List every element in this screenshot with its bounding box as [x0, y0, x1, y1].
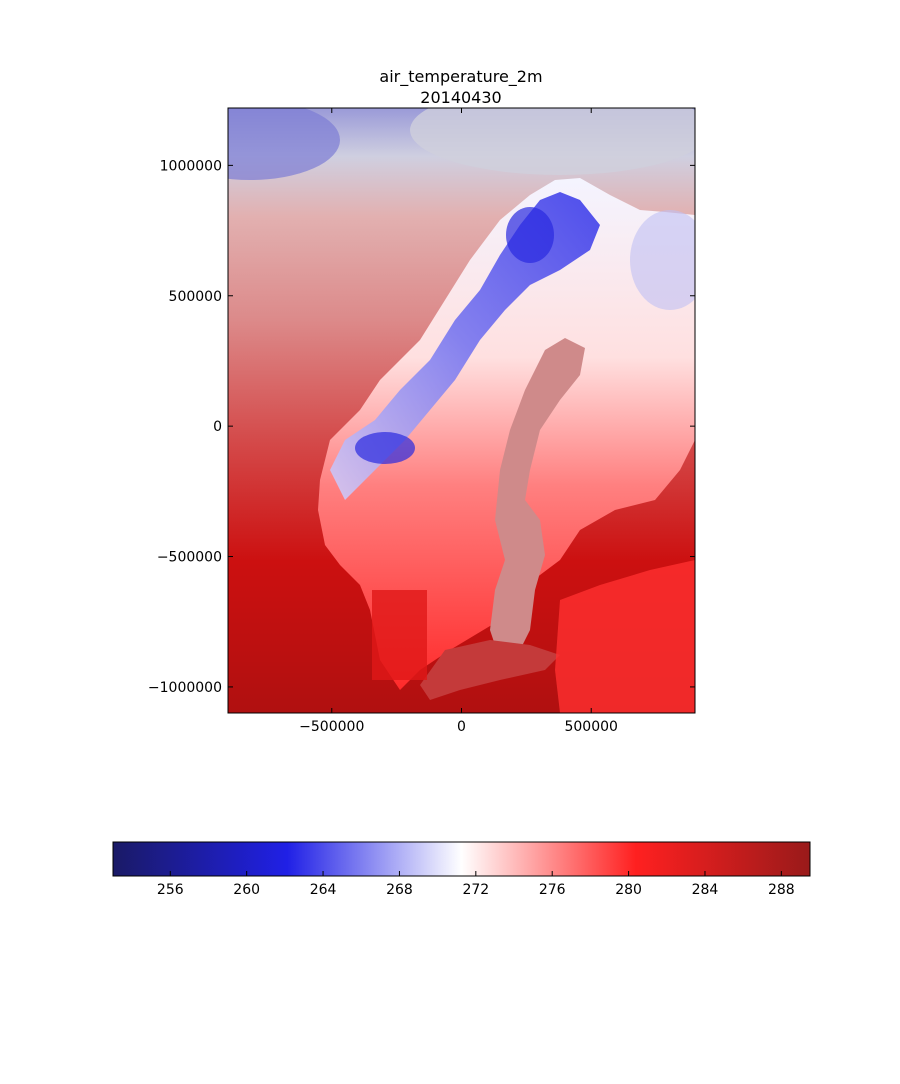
colorbar-tick-label: 268 — [386, 882, 413, 898]
x-tick-label: −500000 — [299, 719, 364, 735]
colorbar-tick-label: 272 — [462, 882, 489, 898]
denmark-land — [372, 590, 427, 680]
y-tick-label: −500000 — [157, 550, 222, 566]
colorbar-tick-label: 288 — [768, 882, 795, 898]
y-tick-label: 0 — [213, 419, 222, 435]
colorbar-tick-label: 264 — [310, 882, 337, 898]
colorbar-tick-label: 280 — [615, 882, 642, 898]
x-tick-label: 0 — [457, 719, 466, 735]
chart-title: air_temperature_2m — [379, 67, 542, 87]
east-cold-region — [630, 210, 695, 310]
x-tick-label: 500000 — [564, 719, 617, 735]
colorbar — [112, 841, 811, 877]
y-tick-label: 500000 — [169, 289, 222, 305]
colorbar-tick-label: 256 — [157, 882, 184, 898]
chart: air_temperature_2m 20140430 1000000 50000… — [112, 67, 811, 898]
colorbar-tick-label: 260 — [233, 882, 260, 898]
mountain-cold-core-south — [355, 432, 415, 464]
y-tick-label: 1000000 — [160, 158, 222, 174]
colorbar-tick-label: 276 — [539, 882, 566, 898]
y-tick-label: −1000000 — [148, 680, 222, 696]
colorbar-tick-label: 284 — [692, 882, 719, 898]
mountain-cold-core-north — [506, 207, 554, 263]
heatmap-field — [228, 108, 695, 713]
chart-subtitle: 20140430 — [420, 88, 501, 107]
